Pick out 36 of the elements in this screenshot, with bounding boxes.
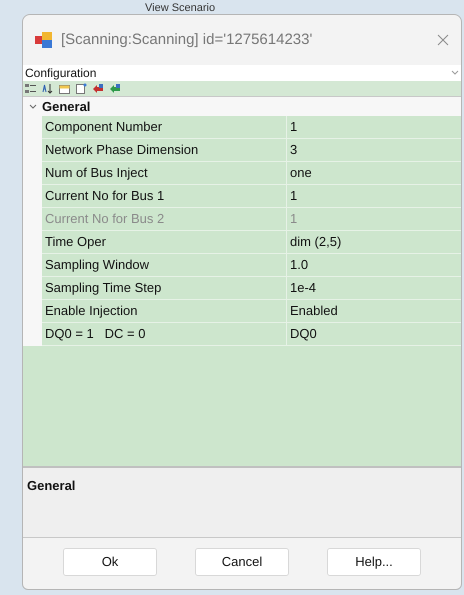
property-value[interactable]: dim (2,5) <box>287 231 461 254</box>
description-title: General <box>27 478 76 493</box>
dialog-button[interactable]: Ok <box>63 548 157 576</box>
property-value[interactable]: 1.0 <box>287 254 461 277</box>
close-icon[interactable] <box>437 34 449 46</box>
property-name[interactable]: Num of Bus Inject <box>42 162 287 185</box>
dialog-button[interactable]: Help... <box>327 548 421 576</box>
app-icon <box>35 32 53 48</box>
page-icon[interactable] <box>76 83 87 94</box>
property-name[interactable]: DQ0 = 1 DC = 0 <box>42 323 287 346</box>
category-row[interactable]: General <box>23 97 461 116</box>
collapse-icon[interactable] <box>29 102 37 110</box>
property-pages-icon[interactable] <box>59 83 70 94</box>
property-value[interactable]: 3 <box>287 139 461 162</box>
move-back-icon[interactable] <box>110 83 121 94</box>
property-name[interactable]: Enable Injection <box>42 300 287 323</box>
dialog-button[interactable]: Cancel <box>195 548 289 576</box>
window-title: [Scanning:Scanning] id='1275614233' <box>61 30 314 50</box>
property-value[interactable]: one <box>287 162 461 185</box>
categorized-icon[interactable] <box>25 83 36 94</box>
property-name[interactable]: Current No for Bus 1 <box>42 185 287 208</box>
property-value[interactable]: 1 <box>287 185 461 208</box>
property-value[interactable]: 1 <box>287 116 461 139</box>
property-value[interactable]: 1e-4 <box>287 277 461 300</box>
move-left-icon[interactable] <box>93 83 104 94</box>
property-value[interactable]: DQ0 <box>287 323 461 346</box>
property-name[interactable]: Time Oper <box>42 231 287 254</box>
object-selector[interactable]: Configuration <box>23 65 461 81</box>
background-tab-label: View Scenario <box>145 2 216 14</box>
property-name[interactable]: Sampling Window <box>42 254 287 277</box>
property-value[interactable]: Enabled <box>287 300 461 323</box>
property-name[interactable]: Network Phase Dimension <box>42 139 287 162</box>
property-name[interactable]: Sampling Time Step <box>42 277 287 300</box>
property-name[interactable]: Component Number <box>42 116 287 139</box>
chevron-icon <box>451 70 459 76</box>
sort-icon[interactable] <box>42 83 53 94</box>
